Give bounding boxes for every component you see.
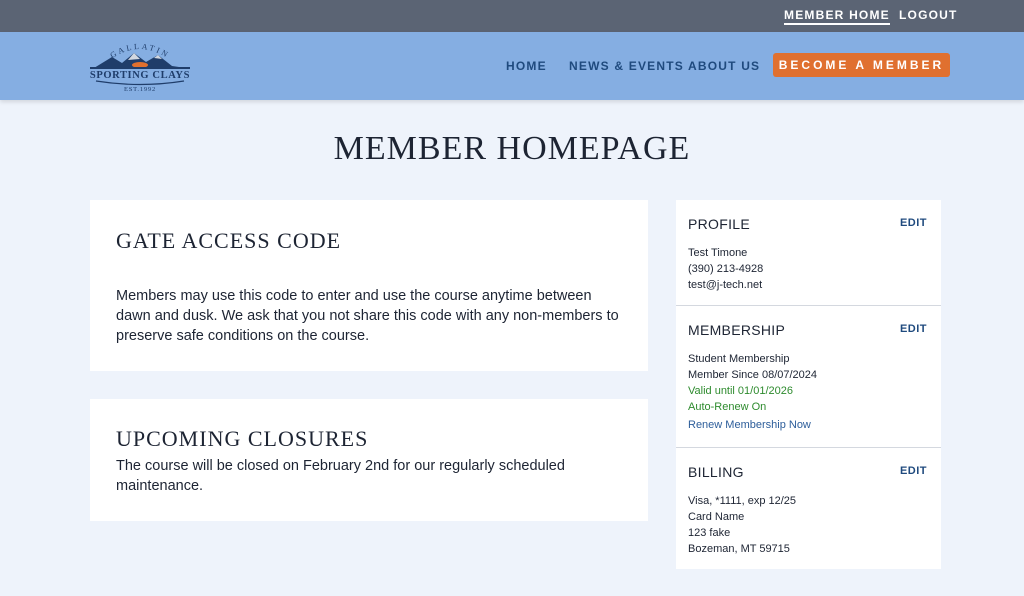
- gate-access-description: Members may use this code to enter and u…: [116, 288, 619, 344]
- svg-text:GALLATIN: GALLATIN: [109, 42, 172, 60]
- account-sidebar: PROFILE EDIT Test Timone (390) 213-4928 …: [676, 200, 941, 569]
- membership-edit-link[interactable]: EDIT: [900, 323, 927, 335]
- billing-address-line2: Bozeman, MT 59715: [688, 543, 790, 555]
- top-utility-bar: MEMBER HOME LOGOUT: [0, 0, 1024, 32]
- membership-title: MEMBERSHIP: [688, 322, 786, 338]
- gallatin-sporting-clays-logo[interactable]: GALLATIN SPORTING CLAYS EST.1992: [88, 40, 192, 94]
- billing-card-name: Card Name: [688, 511, 745, 523]
- gate-access-title: GATE ACCESS CODE: [116, 228, 342, 253]
- nav-home-link[interactable]: HOME: [506, 59, 547, 73]
- upcoming-closures-title: UPCOMING CLOSURES: [116, 426, 369, 451]
- membership-valid-until: Valid until 01/01/2026: [688, 385, 793, 397]
- profile-title: PROFILE: [688, 216, 751, 232]
- profile-phone: (390) 213-4928: [688, 263, 764, 275]
- profile-name: Test Timone: [688, 247, 748, 259]
- membership-section: MEMBERSHIP EDIT Student Membership Membe…: [676, 306, 941, 448]
- upcoming-closures-description: The course will be closed on February 2n…: [116, 458, 565, 494]
- logo-est-text: EST.1992: [124, 86, 156, 93]
- become-member-button[interactable]: BECOME A MEMBER: [773, 53, 950, 77]
- billing-card: Visa, *1111, exp 12/25: [688, 495, 797, 507]
- profile-email: test@j-tech.net: [688, 279, 763, 291]
- billing-title: BILLING: [688, 464, 744, 480]
- membership-since: Member Since 08/07/2024: [688, 369, 818, 381]
- profile-section: PROFILE EDIT Test Timone (390) 213-4928 …: [676, 200, 941, 306]
- renew-membership-link[interactable]: Renew Membership Now: [688, 419, 811, 431]
- nav-about-us-link[interactable]: ABOUT US: [688, 59, 760, 73]
- billing-edit-link[interactable]: EDIT: [900, 465, 927, 477]
- billing-section: BILLING EDIT Visa, *1111, exp 12/25 Card…: [676, 448, 941, 569]
- membership-details: Student Membership Member Since 08/07/20…: [688, 351, 817, 415]
- logo-name-text: SPORTING CLAYS: [90, 70, 190, 81]
- gate-access-card: GATE ACCESS CODE Members may use this co…: [90, 200, 648, 371]
- membership-auto-renew-status: Auto-Renew On: [688, 401, 767, 413]
- billing-details: Visa, *1111, exp 12/25 Card Name 123 fak…: [688, 493, 796, 557]
- logout-link[interactable]: LOGOUT: [899, 8, 958, 22]
- profile-edit-link[interactable]: EDIT: [900, 217, 927, 229]
- nav-news-events-link[interactable]: NEWS & EVENTS: [569, 59, 684, 73]
- membership-type: Student Membership: [688, 353, 790, 365]
- upcoming-closures-card: UPCOMING CLOSURES The course will be clo…: [90, 399, 648, 521]
- billing-address-line1: 123 fake: [688, 527, 731, 539]
- page-title: MEMBER HOMEPAGE: [333, 130, 691, 167]
- member-home-link[interactable]: MEMBER HOME: [784, 8, 890, 25]
- profile-details: Test Timone (390) 213-4928 test@j-tech.n…: [688, 245, 763, 293]
- main-navbar: GALLATIN SPORTING CLAYS EST.1992 HOME NE…: [0, 32, 1024, 100]
